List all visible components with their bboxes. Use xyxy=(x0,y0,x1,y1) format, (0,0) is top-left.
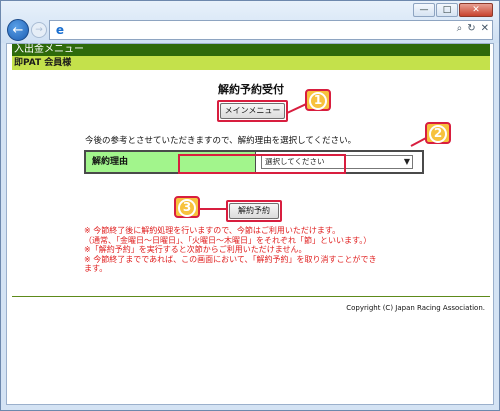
page-title: 解約予約受付 xyxy=(218,83,284,96)
ie-icon: e xyxy=(55,23,65,37)
note-line: ※「解約予約」を実行すると次節からご利用いただけません。 xyxy=(84,245,307,254)
instruction-text: 今後の参考とさせていただきますので、解約理由を選択してください。 xyxy=(85,136,357,146)
browser-window: — □ ✕ ← → e ⌕ ↻ ✕ 入出金メニュー 即PAT 会員様 解約予約受… xyxy=(0,0,500,411)
arrow-right-icon: → xyxy=(35,25,43,35)
search-icon[interactable]: ⌕ xyxy=(457,23,463,34)
footer-divider xyxy=(12,296,490,297)
minimize-button[interactable]: — xyxy=(413,3,435,17)
forward-button[interactable]: → xyxy=(31,22,47,38)
callout-2: 2 xyxy=(425,122,451,144)
close-icon[interactable]: ✕ xyxy=(481,23,489,34)
copyright-text: Copyright (C) Japan Racing Association. xyxy=(346,304,485,312)
note-line: ※ 今節終了までであれば、この画面において、「解約予約」を取り消すことができ xyxy=(84,254,377,264)
chevron-down-icon: ▼ xyxy=(403,157,410,166)
callout-line-3 xyxy=(200,208,226,210)
member-bar: 即PAT 会員様 xyxy=(12,56,490,70)
callout-number: 1 xyxy=(309,92,327,110)
callout-number: 2 xyxy=(429,125,447,143)
maximize-button[interactable]: □ xyxy=(436,3,458,17)
callout-3: 3 xyxy=(174,196,200,218)
window-controls: — □ ✕ xyxy=(412,3,493,17)
notes: ※ 今節終了後に解約処理を行いますので、今節はご利用いただけます。 （通常、「金… xyxy=(84,226,394,274)
address-bar-icons: ⌕ ↻ ✕ xyxy=(457,23,489,34)
reserve-button-highlight xyxy=(226,200,282,222)
main-menu-button-highlight xyxy=(217,100,288,122)
close-window-button[interactable]: ✕ xyxy=(459,3,493,17)
page-content: 入出金メニュー 即PAT 会員様 解約予約受付 メインメニュー 今後の参考とさせ… xyxy=(6,43,494,405)
arrow-left-icon: ← xyxy=(12,22,24,38)
reason-select-highlight xyxy=(178,154,346,174)
refresh-icon[interactable]: ↻ xyxy=(467,23,475,34)
browser-titlebar: — □ ✕ ← → e ⌕ ↻ ✕ xyxy=(1,1,499,43)
note-line: ます。 xyxy=(84,264,108,273)
address-bar[interactable]: e ⌕ ↻ ✕ xyxy=(49,20,493,40)
callout-1: 1 xyxy=(305,89,331,111)
note-line: （通常、「金曜日～日曜日」、「火曜日～木曜日」をそれぞれ「節」といいます。） xyxy=(84,235,372,245)
menu-header: 入出金メニュー xyxy=(12,44,490,56)
back-button[interactable]: ← xyxy=(7,19,29,41)
note-line: ※ 今節終了後に解約処理を行いますので、今節はご利用いただけます。 xyxy=(84,226,341,235)
callout-number: 3 xyxy=(178,199,196,217)
